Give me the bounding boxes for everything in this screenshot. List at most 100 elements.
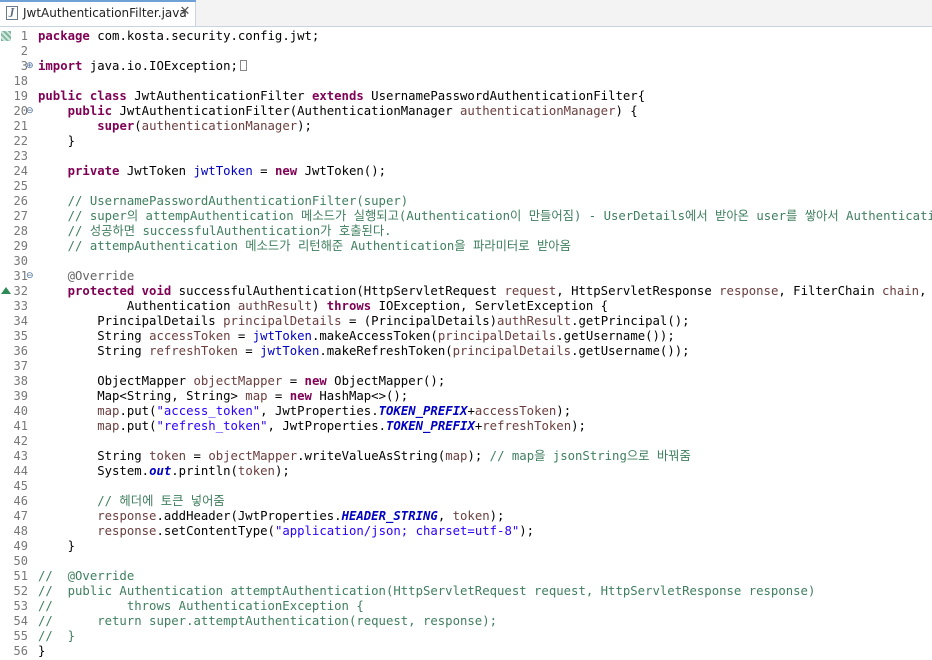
code-text: // super의 attempAuthentication 메소드가 실행되고… [38, 209, 932, 224]
code-line[interactable]: 50 [0, 554, 932, 569]
line-number: 33 [13, 299, 28, 313]
code-line[interactable]: 28 // 성공하면 successfulAuthentication가 호출된… [0, 224, 932, 239]
code-line[interactable]: 1 package com.kosta.security.config.jwt; [0, 29, 932, 44]
code-line[interactable]: 55 // } [0, 629, 932, 644]
code-line[interactable]: 25 [0, 179, 932, 194]
active-tab-indicator [0, 0, 196, 2]
code-editor[interactable]: 1 package com.kosta.security.config.jwt; 2… [0, 27, 932, 660]
code-line[interactable]: 40 map.put("access_token", JwtProperties… [0, 404, 932, 419]
code-text: super(authenticationManager); [38, 119, 312, 134]
code-line[interactable]: 38 ObjectMapper objectMapper = new Objec… [0, 374, 932, 389]
code-token: authenticationManager [460, 104, 616, 118]
collapsed-imports-icon[interactable] [239, 60, 247, 71]
code-token: authResult [497, 314, 572, 328]
editor-tab-bar: J JwtAuthenticationFilter.java ✕ [0, 0, 932, 27]
code-token: new [274, 164, 298, 178]
code-line[interactable]: 30 [0, 254, 932, 269]
code-token: = (PrincipalDetails) [341, 314, 498, 328]
collapse-fold-icon[interactable]: ⊖ [26, 107, 35, 116]
code-token: objectMapper [193, 374, 283, 388]
code-token: @Override [38, 269, 135, 283]
code-token: principalDetails [437, 329, 557, 343]
line-number: 21 [13, 119, 28, 133]
code-token: .addHeader(JwtProperties. [156, 509, 342, 523]
code-line[interactable]: 39 Map<String, String> map = new HashMap… [0, 389, 932, 404]
line-number: 2 [20, 44, 28, 58]
code-token: String [38, 449, 150, 463]
code-line[interactable]: 47 response.addHeader(JwtProperties.HEAD… [0, 509, 932, 524]
line-number: 46 [13, 494, 28, 508]
override-marker-icon[interactable] [1, 287, 11, 294]
code-line[interactable]: 45 [0, 479, 932, 494]
code-line[interactable]: 35 String accessToken = jwtToken.makeAcc… [0, 329, 932, 344]
code-line[interactable]: 27 // super의 attempAuthentication 메소드가 실… [0, 209, 932, 224]
code-token: JwtToken(); [297, 164, 387, 178]
code-token: UsernamePasswordAuthenticationFilter{ [363, 89, 646, 103]
close-icon[interactable]: ✕ [178, 4, 192, 20]
code-token: throws [326, 299, 372, 313]
line-number: 54 [13, 614, 28, 628]
code-token: .put( [119, 404, 157, 418]
code-token: token [237, 464, 275, 478]
code-text: Authentication authResult) throws IOExce… [38, 299, 608, 314]
code-token: authenticationManager [141, 119, 298, 133]
code-line[interactable]: 52 // public Authentication attemptAuthen… [0, 584, 932, 599]
code-line[interactable]: 26 // UsernamePasswordAuthenticationFilt… [0, 194, 932, 209]
code-text: // 헤더에 토큰 넣어줌 [38, 494, 225, 509]
code-line[interactable]: 42 [0, 434, 932, 449]
code-token: // map을 jsonString으로 바꿔줌 [489, 449, 691, 463]
code-line[interactable]: 23 [0, 149, 932, 164]
code-token: // UsernamePasswordAuthenticationFilter(… [38, 194, 409, 208]
code-line[interactable]: 20 ⊖ public JwtAuthenticationFilter(Authe… [0, 104, 932, 119]
code-line[interactable]: 29 // attempAuthentication 메소드가 리턴해준 Aut… [0, 239, 932, 254]
code-token: package [38, 29, 90, 43]
code-line[interactable]: 51 // @Override [0, 569, 932, 584]
code-line[interactable]: 43 String token = objectMapper.writeValu… [0, 449, 932, 464]
code-token: = [237, 344, 261, 358]
code-line[interactable]: 41 map.put("refresh_token", JwtPropertie… [0, 419, 932, 434]
code-line[interactable]: 24 private JwtToken jwtToken = new JwtTo… [0, 164, 932, 179]
code-line[interactable]: 46 // 헤더에 토큰 넣어줌 [0, 494, 932, 509]
code-line[interactable]: 37 [0, 359, 932, 374]
code-line[interactable]: 36 String refreshToken = jwtToken.makeRe… [0, 344, 932, 359]
code-token: authResult [237, 299, 312, 313]
code-line[interactable]: 3 ⊕ import java.io.IOException; [0, 59, 932, 74]
code-line[interactable]: 33 Authentication authResult) throws IOE… [0, 299, 932, 314]
code-line[interactable]: 2 [0, 44, 932, 59]
code-token: map [245, 389, 268, 403]
code-line[interactable]: 31 ⊖ @Override [0, 269, 932, 284]
code-line[interactable]: 19 public class JwtAuthenticationFilter e… [0, 89, 932, 104]
code-token: // public Authentication attemptAuthenti… [38, 584, 816, 598]
code-text: map.put("access_token", JwtProperties.TO… [38, 404, 571, 419]
code-line[interactable]: 48 response.setContentType("application/… [0, 524, 932, 539]
code-line[interactable]: 34 PrincipalDetails principalDetails = (… [0, 314, 932, 329]
code-token: .makeRefreshToken( [319, 344, 453, 358]
expand-fold-icon[interactable]: ⊕ [26, 62, 35, 71]
code-token: , JwtProperties. [260, 404, 379, 418]
line-number: 51 [13, 569, 28, 583]
code-token: JwtAuthenticationFilter [126, 89, 312, 103]
code-line[interactable]: 21 super(authenticationManager); [0, 119, 932, 134]
code-line[interactable]: 44 System.out.println(token); [0, 464, 932, 479]
code-token: .makeAccessToken( [311, 329, 438, 343]
code-line[interactable]: 18 [0, 74, 932, 89]
code-token: principalDetails [452, 344, 572, 358]
line-number: 26 [13, 194, 28, 208]
code-line[interactable]: 54 // return super.attemptAuthentication(… [0, 614, 932, 629]
code-line[interactable]: 22 } [0, 134, 932, 149]
code-line[interactable]: 53 // throws AuthenticationException { [0, 599, 932, 614]
code-token: = [267, 389, 290, 403]
code-line[interactable]: 56} [0, 644, 932, 659]
line-number: 19 [13, 89, 28, 103]
code-text: // return super.attemptAuthentication(re… [38, 614, 497, 629]
code-text: System.out.println(token); [38, 464, 290, 479]
code-line[interactable]: 32 protected void successfulAuthenticati… [0, 284, 932, 299]
code-token: new [289, 389, 312, 403]
code-line[interactable]: 49 } [0, 539, 932, 554]
line-number: 29 [13, 239, 28, 253]
code-token: import [38, 59, 83, 73]
collapse-fold-icon[interactable]: ⊖ [26, 272, 35, 281]
editor-tab-jwtauthenticationfilter[interactable]: J JwtAuthenticationFilter.java ✕ [0, 0, 196, 26]
line-number: 56 [13, 644, 28, 658]
